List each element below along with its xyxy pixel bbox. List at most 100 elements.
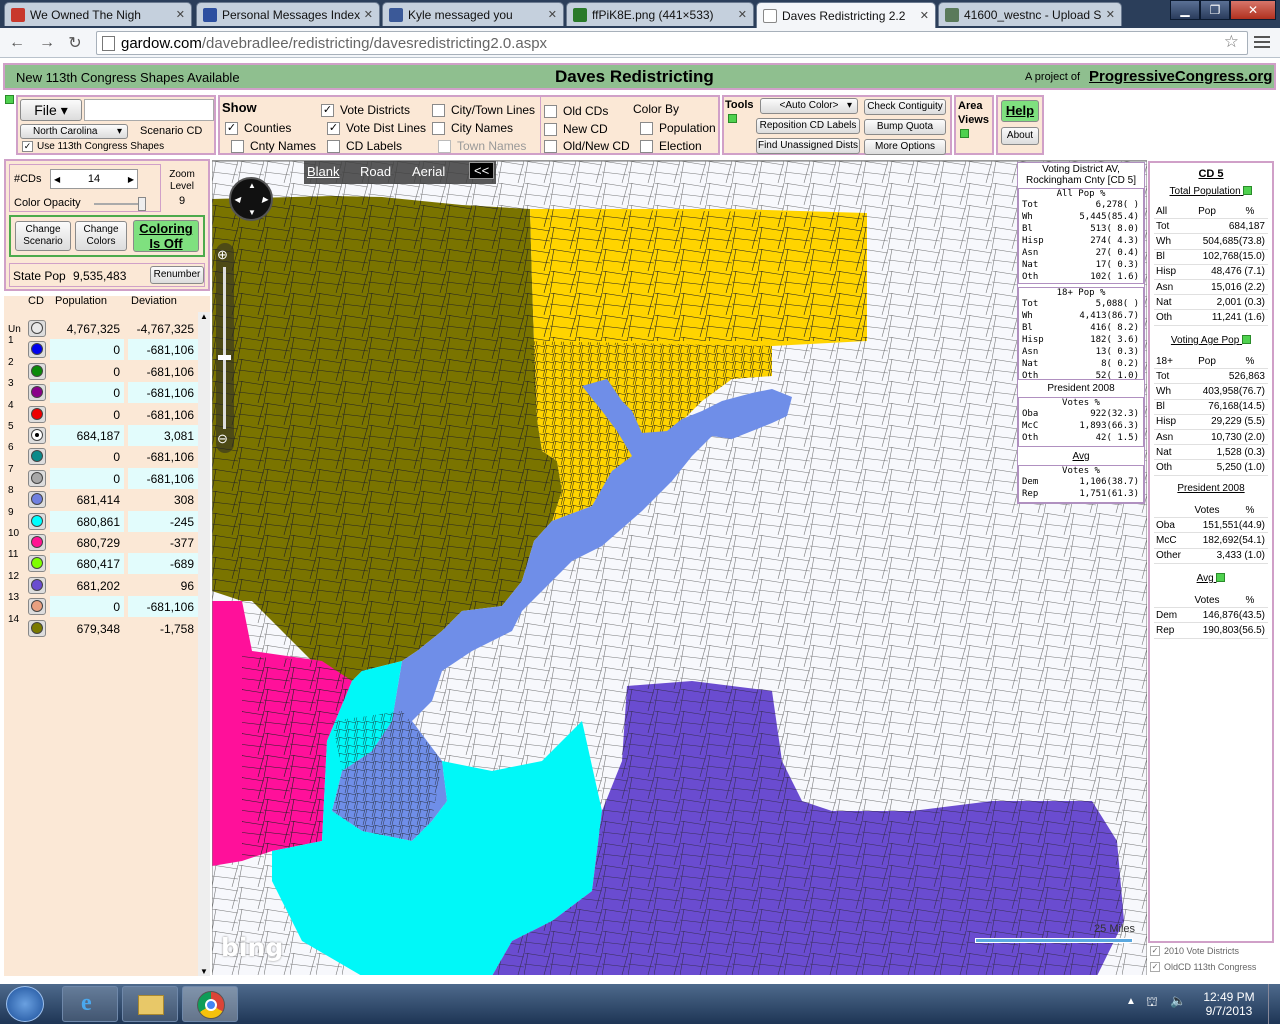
cd-row[interactable]: 12 681,202 96 xyxy=(4,571,200,596)
new-cd-checkbox[interactable]: New CD xyxy=(544,122,608,136)
cd-color-radio[interactable] xyxy=(28,362,46,380)
aerial-map-button[interactable]: Aerial xyxy=(412,164,445,179)
city-town-lines-checkbox[interactable]: City/Town Lines xyxy=(432,103,535,117)
tab-close-icon[interactable]: ✕ xyxy=(920,9,929,22)
tab-close-icon[interactable]: ✕ xyxy=(176,8,185,21)
cd-color-radio[interactable] xyxy=(28,341,46,359)
cd-color-radio[interactable] xyxy=(28,448,46,466)
about-button[interactable]: About xyxy=(1001,127,1039,145)
renumber-button[interactable]: Renumber xyxy=(150,266,204,284)
cd-color-radio[interactable] xyxy=(28,469,46,487)
cd-color-radio[interactable] xyxy=(28,555,46,573)
spinner-right-icon[interactable]: ▶ xyxy=(128,175,134,184)
address-bar[interactable]: gardow.com/davebradlee/redistricting/dav… xyxy=(96,31,1248,55)
reload-icon[interactable]: ↻ xyxy=(64,32,86,54)
map-view[interactable]: Blank Road Aerial << ▲ ▼ ◀ ▶ ⊕ ⊖ bing 25 Mi… xyxy=(212,160,1147,975)
zoom-track[interactable] xyxy=(223,267,226,429)
cd-color-radio[interactable] xyxy=(28,384,46,402)
town-names-checkbox[interactable]: Town Names xyxy=(438,139,526,153)
find-unassigned-button[interactable]: Find Unassigned Dists xyxy=(756,138,860,154)
browser-tab[interactable]: Personal Messages Index ✕ xyxy=(196,2,380,26)
reposition-cd-labels-button[interactable]: Reposition CD Labels xyxy=(756,118,860,134)
cd-color-radio[interactable] xyxy=(28,512,46,530)
bookmark-star-icon[interactable]: ☆ xyxy=(1224,32,1239,52)
cd-color-radio[interactable] xyxy=(28,576,46,594)
cd-row[interactable]: 7 0 -681,106 xyxy=(4,464,200,489)
tab-close-icon[interactable]: ✕ xyxy=(364,8,373,21)
cd-row[interactable]: 6 0 -681,106 xyxy=(4,442,200,467)
volume-icon[interactable]: 🔈 xyxy=(1170,993,1186,1009)
oldcd-113-checkbox[interactable]: ✓ OldCD 113th Congress xyxy=(1150,962,1256,972)
cd-row[interactable]: 14 679,348 -1,758 xyxy=(4,614,200,639)
forward-arrow-icon[interactable]: → xyxy=(36,32,58,54)
scroll-down-icon[interactable]: ▼ xyxy=(200,967,208,976)
zoom-handle[interactable] xyxy=(218,355,231,360)
cd-row[interactable]: 13 0 -681,106 xyxy=(4,592,200,618)
minimize-button[interactable]: ▁ xyxy=(1170,0,1200,20)
cd-row[interactable]: 4 0 -681,106 xyxy=(4,400,200,425)
scroll-up-icon[interactable]: ▲ xyxy=(200,312,208,321)
close-window-button[interactable]: ✕ xyxy=(1230,0,1276,20)
cd-color-radio[interactable] xyxy=(28,427,46,444)
spinner-left-icon[interactable]: ◀ xyxy=(54,175,60,184)
cd-row[interactable]: 2 0 -681,106 xyxy=(4,357,200,382)
area-views-expand-icon[interactable] xyxy=(960,129,969,138)
chrome-icon[interactable] xyxy=(182,986,238,1022)
pan-compass-icon[interactable]: ▲ ▼ ◀ ▶ xyxy=(229,177,273,221)
road-map-button[interactable]: Road xyxy=(360,164,391,179)
collapse-toolbar-button[interactable]: << xyxy=(469,162,495,179)
check-contiguity-button[interactable]: Check Contiguity xyxy=(864,99,946,115)
file-explorer-icon[interactable] xyxy=(122,986,178,1022)
blank-map-button[interactable]: Blank xyxy=(307,164,340,179)
maximize-button[interactable]: ❐ xyxy=(1200,0,1230,20)
show-desktop-button[interactable] xyxy=(1268,984,1280,1024)
old-new-cd-checkbox[interactable]: Old/New CD xyxy=(544,139,630,153)
num-cds-spinner[interactable]: ◀ 14 ▶ xyxy=(50,169,138,189)
counties-checkbox[interactable]: ✓ Counties xyxy=(225,121,291,135)
district-map[interactable] xyxy=(212,161,1147,975)
opacity-slider-handle[interactable] xyxy=(138,197,146,211)
tab-close-icon[interactable]: ✕ xyxy=(1106,8,1115,21)
new-shapes-notice[interactable]: New 113th Congress Shapes Available xyxy=(16,70,240,85)
change-scenario-button[interactable]: Change Scenario xyxy=(15,221,71,251)
cd-row[interactable]: 8 681,414 308 xyxy=(4,485,200,510)
file-name-input[interactable] xyxy=(84,99,214,121)
progressive-congress-link[interactable]: ProgressiveCongress.org xyxy=(1089,68,1272,85)
tools-collapse-icon[interactable] xyxy=(728,114,737,123)
auto-color-select[interactable]: <Auto Color> ▾ xyxy=(760,98,858,114)
help-button[interactable]: Help xyxy=(1001,100,1039,122)
state-select[interactable]: North Carolina ▾ xyxy=(20,124,128,139)
internet-explorer-icon[interactable]: e xyxy=(62,986,118,1022)
cd-color-radio[interactable] xyxy=(28,534,46,551)
cd-labels-checkbox[interactable]: CD Labels xyxy=(327,139,402,153)
back-arrow-icon[interactable]: ← xyxy=(6,32,28,54)
start-button[interactable] xyxy=(6,986,44,1022)
cd-row[interactable]: 5 684,187 3,081 xyxy=(4,421,200,446)
zoom-out-icon[interactable]: ⊖ xyxy=(217,431,228,447)
cd-color-radio[interactable] xyxy=(28,320,46,337)
old-cds-checkbox[interactable]: Old CDs xyxy=(544,104,608,118)
cd-row[interactable]: 9 680,861 -245 xyxy=(4,507,200,532)
more-options-button[interactable]: More Options xyxy=(864,139,946,155)
cd-color-radio[interactable] xyxy=(28,405,46,423)
tab-close-icon[interactable]: ✕ xyxy=(738,8,747,21)
tray-expand-icon[interactable]: ▲ xyxy=(1126,996,1136,1007)
vote-dist-lines-checkbox[interactable]: ✓ Vote Dist Lines xyxy=(327,121,426,135)
zoom-slider[interactable]: ⊕ ⊖ xyxy=(216,243,234,453)
zoom-in-icon[interactable]: ⊕ xyxy=(217,247,228,263)
cd-color-radio[interactable] xyxy=(28,598,46,616)
cd-row[interactable]: 1 0 -681,106 xyxy=(4,335,200,361)
color-by-population-checkbox[interactable]: Population xyxy=(640,121,716,135)
browser-tab[interactable]: ffPiK8E.png (441×533) ✕ xyxy=(566,2,754,26)
system-clock[interactable]: 12:49 PM 9/7/2013 xyxy=(1198,990,1260,1018)
browser-tab[interactable]: Kyle messaged you ✕ xyxy=(382,2,564,26)
coloring-toggle-button[interactable]: Coloring Is Off xyxy=(133,220,199,252)
collapse-toolbar-icon[interactable] xyxy=(5,95,14,104)
cd-row[interactable]: 11 680,417 -689 xyxy=(4,549,200,575)
network-icon[interactable]: ⛫ xyxy=(1146,994,1158,1012)
city-names-checkbox[interactable]: City Names xyxy=(432,121,513,135)
browser-tab[interactable]: Daves Redistricting 2.2 ✕ xyxy=(756,2,936,28)
cd-row[interactable]: 3 0 -681,106 xyxy=(4,378,200,404)
file-menu-button[interactable]: File ▾ xyxy=(20,99,82,121)
vote-districts-checkbox[interactable]: ✓ Vote Districts xyxy=(321,103,410,117)
